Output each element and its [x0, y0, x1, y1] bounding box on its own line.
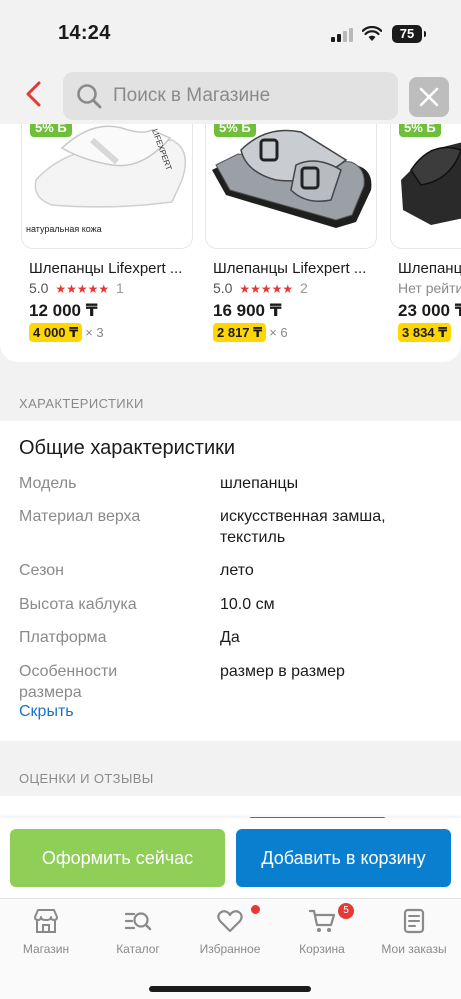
- installment-info: 2 817 ₸ × 6: [213, 323, 288, 342]
- spec-key: Платформа: [19, 629, 107, 646]
- product-price: 16 900 ₸: [213, 301, 282, 320]
- cart-icon: [308, 909, 336, 932]
- tab-label: Магазин: [22, 942, 70, 956]
- installment-info: 3 834 ₸: [398, 323, 452, 342]
- status-time: 14:24: [58, 22, 111, 44]
- search-icon: [77, 84, 102, 109]
- rating-stars-icon: ★★★★★: [55, 282, 110, 296]
- product-card[interactable]: LIFEXPERT 5% Б натуральная кожа Шлепанцы…: [21, 110, 193, 350]
- product-price: 12 000 ₸: [29, 301, 98, 320]
- hide-specs-link[interactable]: Скрыть: [19, 703, 74, 721]
- product-image[interactable]: 5% Б: [205, 110, 377, 249]
- spec-value: размер в размер: [220, 663, 345, 680]
- tab-label: Избранное: [199, 942, 261, 956]
- rating-value: 5.0: [213, 280, 233, 296]
- search-header: [0, 62, 461, 124]
- installment-multiplier: × 6: [269, 325, 288, 340]
- tab-shop[interactable]: Магазин: [0, 907, 92, 967]
- product-page: 14:24 75 LIFEXPERT 5% Б натуральная кожа…: [0, 0, 461, 999]
- orders-icon: [403, 908, 425, 934]
- close-search-button[interactable]: [409, 77, 449, 117]
- spec-value: 10.0 см: [220, 596, 275, 613]
- tab-cart[interactable]: Корзина: [276, 907, 368, 967]
- buy-now-button[interactable]: Оформить сейчас: [10, 829, 225, 887]
- cart-count-badge: 5: [338, 903, 354, 919]
- spec-value: искусственная замша, текстиль: [220, 508, 386, 546]
- tab-label: Каталог: [116, 942, 160, 956]
- spec-value: лето: [220, 562, 254, 579]
- close-icon: [419, 87, 439, 107]
- reviews-section-label: ОЦЕНКИ И ОТЗЫВЫ: [19, 771, 154, 786]
- favorites-notification-dot: [251, 905, 260, 914]
- product-card[interactable]: 5% Б Шлепанцы Lifexpert ... 5.0 ★★★★★ 2 …: [205, 110, 377, 350]
- image-note: натуральная кожа: [26, 224, 102, 234]
- product-title[interactable]: Шлепанцы: [398, 260, 461, 277]
- tab-orders[interactable]: Мои заказы: [368, 907, 460, 967]
- specs-section: Общие характеристики Модель шлепанцы Мат…: [0, 421, 461, 741]
- product-price: 23 000 ₸: [398, 301, 461, 320]
- battery-icon: 75: [392, 25, 426, 43]
- specs-heading: Общие характеристики: [19, 437, 236, 459]
- bottom-tab-bar: Магазин Каталог Избранное Корзина Мои за…: [0, 898, 461, 999]
- cellular-signal-icon: [331, 28, 353, 42]
- product-title[interactable]: Шлепанцы Lifexpert ...: [29, 260, 199, 277]
- product-image[interactable]: LIFEXPERT 5% Б натуральная кожа: [21, 110, 193, 249]
- tab-label: Мои заказы: [381, 942, 447, 956]
- rating-stars-icon: ★★★★★: [239, 282, 294, 296]
- installment-amount: 3 834 ₸: [398, 323, 452, 342]
- purchase-actions: Оформить сейчас Добавить в корзину: [0, 818, 461, 898]
- similar-products-carousel[interactable]: LIFEXPERT 5% Б натуральная кожа Шлепанцы…: [0, 110, 461, 362]
- rating-value: 5.0: [29, 280, 49, 296]
- spec-key: Сезон: [19, 562, 64, 579]
- status-bar: 14:24 75: [0, 0, 461, 62]
- search-bar[interactable]: [63, 72, 398, 120]
- tab-catalog[interactable]: Каталог: [92, 907, 184, 967]
- spec-key: Модель: [19, 475, 77, 492]
- spec-key: Особенности размера: [19, 663, 118, 701]
- tab-label: Корзина: [299, 942, 345, 956]
- installment-amount: 2 817 ₸: [213, 323, 267, 342]
- product-rating: 5.0 ★★★★★ 2: [213, 280, 308, 296]
- add-to-cart-button[interactable]: Добавить в корзину: [236, 829, 451, 887]
- heart-icon: [217, 910, 243, 933]
- shop-icon: [34, 909, 58, 933]
- home-indicator[interactable]: [149, 986, 311, 992]
- spec-key: Высота каблука: [19, 596, 137, 613]
- review-count: 1: [116, 280, 124, 296]
- back-chevron-icon[interactable]: [22, 80, 44, 108]
- installment-multiplier: × 3: [85, 325, 104, 340]
- review-count: 2: [300, 280, 308, 296]
- rating-value: Нет рейти: [398, 280, 461, 296]
- tab-favorites[interactable]: Избранное: [184, 907, 276, 967]
- catalog-search-icon: [124, 912, 152, 931]
- spec-value: Да: [220, 629, 240, 646]
- installment-amount: 4 000 ₸: [29, 323, 83, 342]
- product-rating: Нет рейти: [398, 280, 461, 296]
- search-input[interactable]: [113, 72, 393, 120]
- product-title[interactable]: Шлепанцы Lifexpert ...: [213, 260, 383, 277]
- product-rating: 5.0 ★★★★★ 1: [29, 280, 124, 296]
- specs-section-label: ХАРАКТЕРИСТИКИ: [19, 396, 144, 411]
- wifi-icon: [362, 26, 382, 41]
- installment-info: 4 000 ₸ × 3: [29, 323, 104, 342]
- product-card[interactable]: 5% Б Шлепанцы Нет рейти 23 000 ₸ 3 834 ₸: [390, 110, 461, 350]
- spec-key: Материал верха: [19, 508, 141, 525]
- spec-value: шлепанцы: [220, 475, 299, 492]
- product-image[interactable]: 5% Б: [390, 110, 461, 249]
